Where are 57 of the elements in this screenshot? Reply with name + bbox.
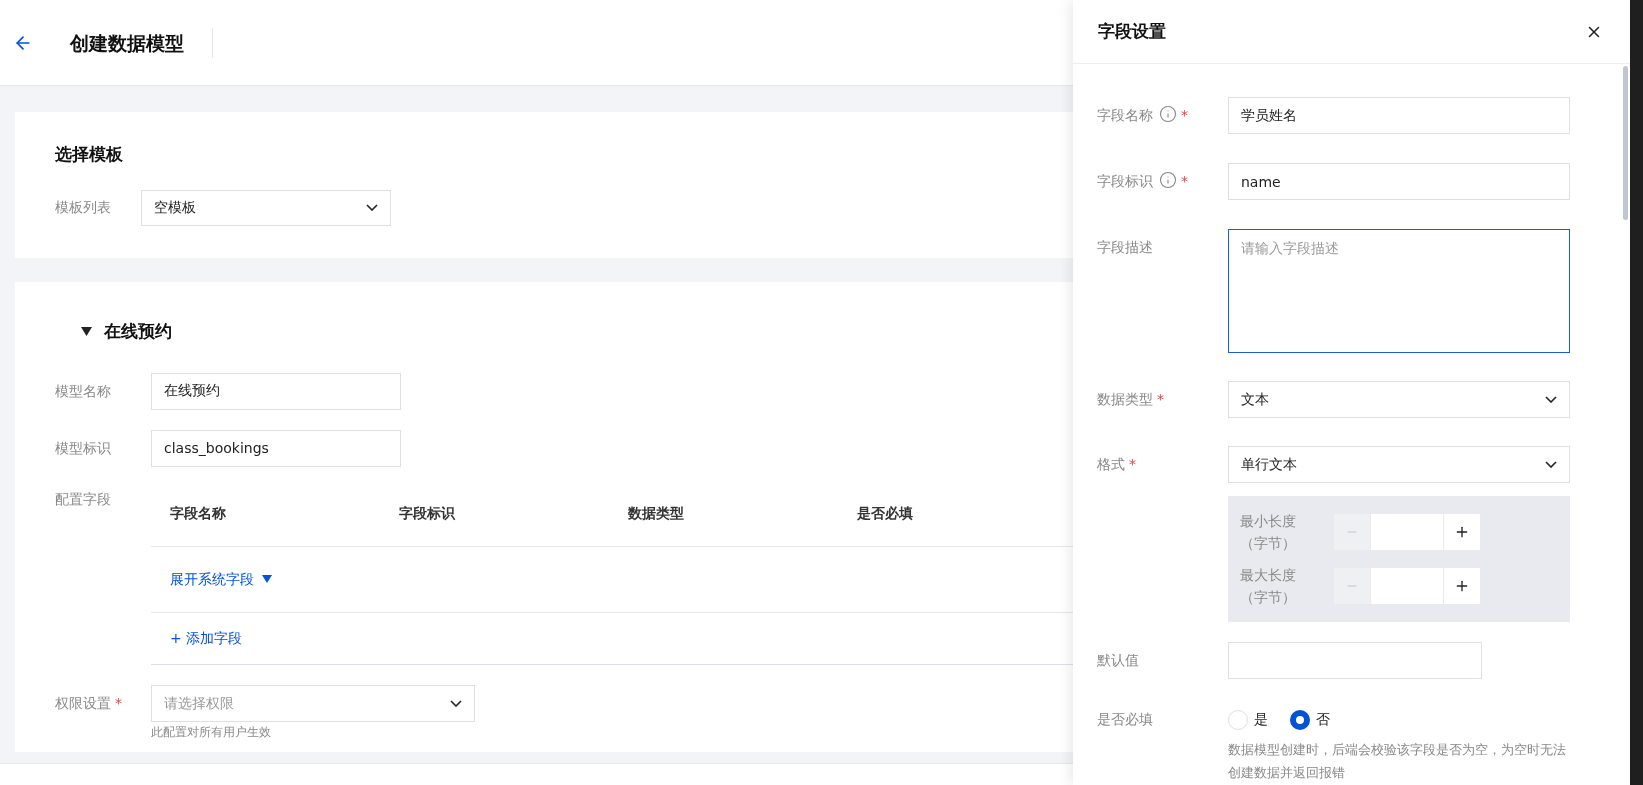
field-label: 字段标识 <box>1097 172 1153 191</box>
caret-down-icon <box>262 575 272 583</box>
field-label: 格式 <box>1097 455 1125 474</box>
select-dropdown[interactable]: 文本 <box>1228 381 1570 418</box>
section-title: 选择模板 <box>55 143 124 166</box>
text-input[interactable] <box>1228 642 1482 679</box>
template-select[interactable]: 空模板 <box>141 189 391 226</box>
required-mark: * <box>1181 106 1188 125</box>
chevron-down-icon <box>1545 461 1557 468</box>
length-label: 最小长度 <box>1240 512 1297 531</box>
increment-button[interactable] <box>1444 514 1480 550</box>
column-header: 数据类型 <box>627 503 685 523</box>
text-input[interactable]: class_bookings <box>151 429 401 467</box>
plus-icon <box>1454 578 1470 594</box>
length-unit: （字节） <box>1240 588 1297 607</box>
field-label: 字段描述 <box>1097 238 1153 257</box>
field-label: 字段名称 <box>1097 106 1153 125</box>
hint-text: 数据模型创建时，后端会校验该字段是否为空，为空时无法创建数据并返回报错 <box>1228 741 1567 782</box>
field-label: 模型名称 <box>55 381 112 401</box>
field-label: 是否必填 <box>1097 710 1153 729</box>
field-label: 数据类型 <box>1097 390 1153 409</box>
chevron-down-icon <box>366 204 378 211</box>
required-mark: * <box>1157 390 1164 409</box>
required-mark: * <box>115 693 122 713</box>
field-label: 权限设置 <box>55 693 111 713</box>
add-field-link[interactable]: + 添加字段 <box>170 627 243 649</box>
field-label: 默认值 <box>1097 651 1139 670</box>
field-label: 配置字段 <box>55 489 112 509</box>
required-mark: * <box>1129 455 1136 474</box>
required-mark: * <box>1181 172 1188 191</box>
select-dropdown[interactable]: 单行文本 <box>1228 446 1570 483</box>
length-unit: （字节） <box>1240 534 1297 553</box>
radio-option[interactable]: 是 <box>1228 709 1268 730</box>
field-label: 模板列表 <box>55 198 112 217</box>
text-input[interactable]: 学员姓名 <box>1228 97 1570 134</box>
chevron-down-icon <box>450 699 462 707</box>
radio-option[interactable]: 否 <box>1290 709 1330 730</box>
description-textarea[interactable]: 请输入字段描述 <box>1228 229 1570 353</box>
text-input[interactable]: 在线预约 <box>151 372 401 410</box>
field-label: 模型标识 <box>55 438 112 458</box>
column-header: 是否必填 <box>856 503 914 523</box>
plus-icon <box>1454 524 1470 540</box>
column-header: 字段名称 <box>169 503 227 523</box>
section-toggle[interactable]: 在线预约 <box>81 319 172 345</box>
info-icon[interactable] <box>1159 171 1177 189</box>
note-text: 此配置对所有用户生效 <box>151 723 272 741</box>
page-title: 创建数据模型 <box>70 27 213 58</box>
chevron-down-icon <box>1545 396 1557 403</box>
info-icon[interactable] <box>1159 105 1177 123</box>
length-label: 最大长度 <box>1240 566 1297 585</box>
increment-button[interactable] <box>1444 568 1480 604</box>
expand-link[interactable]: 展开系统字段 <box>170 568 272 590</box>
drawer-title: 字段设置 <box>1098 19 1166 43</box>
text-input[interactable]: name <box>1228 163 1570 200</box>
caret-icon <box>81 327 92 337</box>
column-header: 字段标识 <box>398 503 456 523</box>
radio-button[interactable] <box>1290 709 1310 730</box>
